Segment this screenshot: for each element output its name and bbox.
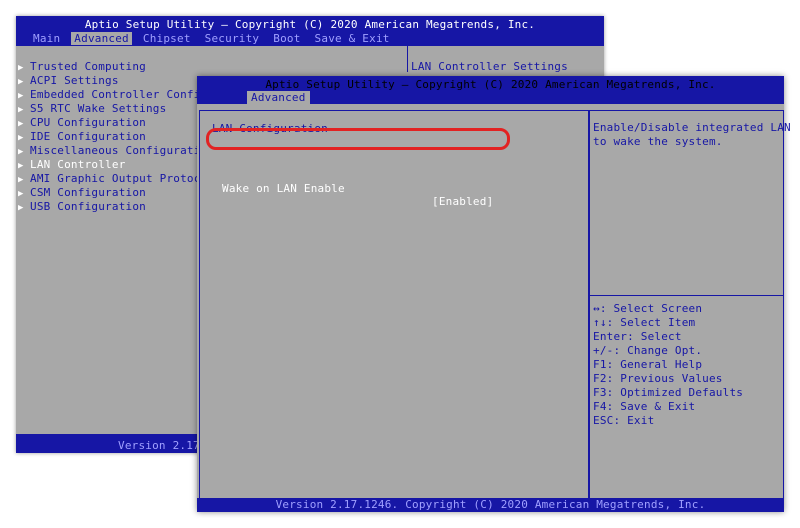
bg-menu-bar: Main Advanced Chipset Security Boot Save… xyxy=(30,32,393,45)
bg-title-bar: Aptio Setup Utility – Copyright (C) 2020… xyxy=(16,16,604,46)
key-previous-values: F2: Previous Values xyxy=(593,372,723,385)
fg-title-bar: Aptio Setup Utility – Copyright (C) 2020… xyxy=(197,76,784,104)
help-description: Enable/Disable integrated LAN to wake th… xyxy=(593,121,791,148)
tab-advanced[interactable]: Advanced xyxy=(247,91,310,104)
lan-configuration-panel: LAN Configuration Wake on LAN Enable [En… xyxy=(199,110,589,500)
menu-boot[interactable]: Boot xyxy=(270,32,303,45)
fg-footer-text: Version 2.17.1246. Copyright (C) 2020 Am… xyxy=(275,498,706,511)
key-enter-select: Enter: Select xyxy=(593,330,682,343)
submenu-arrow-icon: ▶ xyxy=(18,63,24,73)
submenu-arrow-icon: ▶ xyxy=(18,189,24,199)
menu-chipset[interactable]: Chipset xyxy=(140,32,194,45)
key-select-item: ↑↓: Select Item xyxy=(593,316,696,329)
wake-on-lan-value[interactable]: [Enabled] xyxy=(432,195,493,208)
key-general-help: F1: General Help xyxy=(593,358,703,371)
bg-right-panel: LAN Controller Settings xyxy=(407,46,605,73)
menu-security[interactable]: Security xyxy=(202,32,263,45)
key-select-screen: ↔: Select Screen xyxy=(593,302,703,315)
submenu-arrow-icon: ▶ xyxy=(18,175,24,185)
menu-main[interactable]: Main xyxy=(30,32,63,45)
menu-save-exit[interactable]: Save & Exit xyxy=(312,32,393,45)
submenu-arrow-icon: ▶ xyxy=(18,161,24,171)
wake-on-lan-option[interactable]: Wake on LAN Enable [Enabled] xyxy=(222,169,493,208)
submenu-arrow-icon: ▶ xyxy=(18,203,24,213)
bg-title: Aptio Setup Utility – Copyright (C) 2020… xyxy=(84,18,536,31)
bg-version-text: Version 2.17. xyxy=(118,439,207,452)
key-esc-exit: ESC: Exit xyxy=(593,414,655,427)
highlight-annotation xyxy=(206,128,510,150)
submenu-arrow-icon: ▶ xyxy=(18,119,24,129)
key-save-exit: F4: Save & Exit xyxy=(593,400,696,413)
bg-right-panel-text: LAN Controller Settings xyxy=(411,60,568,73)
help-panel: Enable/Disable integrated LAN to wake th… xyxy=(589,110,791,500)
fg-footer-bar: Version 2.17.1246. Copyright (C) 2020 Am… xyxy=(197,498,784,512)
submenu-arrow-icon: ▶ xyxy=(18,91,24,101)
menu-advanced[interactable]: Advanced xyxy=(71,32,132,45)
wake-on-lan-label: Wake on LAN Enable xyxy=(222,182,345,195)
fg-title: Aptio Setup Utility – Copyright (C) 2020… xyxy=(265,78,716,91)
key-legend: ↔: Select Screen ↑↓: Select Item Enter: … xyxy=(593,302,743,428)
submenu-arrow-icon: ▶ xyxy=(18,133,24,143)
help-divider xyxy=(590,295,783,296)
key-optimized-defaults: F3: Optimized Defaults xyxy=(593,386,744,399)
submenu-arrow-icon: ▶ xyxy=(18,105,24,115)
submenu-arrow-icon: ▶ xyxy=(18,77,24,87)
menu-entry-trusted-computing[interactable]: ▶ Trusted Computing xyxy=(16,60,228,74)
submenu-arrow-icon: ▶ xyxy=(18,147,24,157)
key-change-opt: +/-: Change Opt. xyxy=(593,344,703,357)
